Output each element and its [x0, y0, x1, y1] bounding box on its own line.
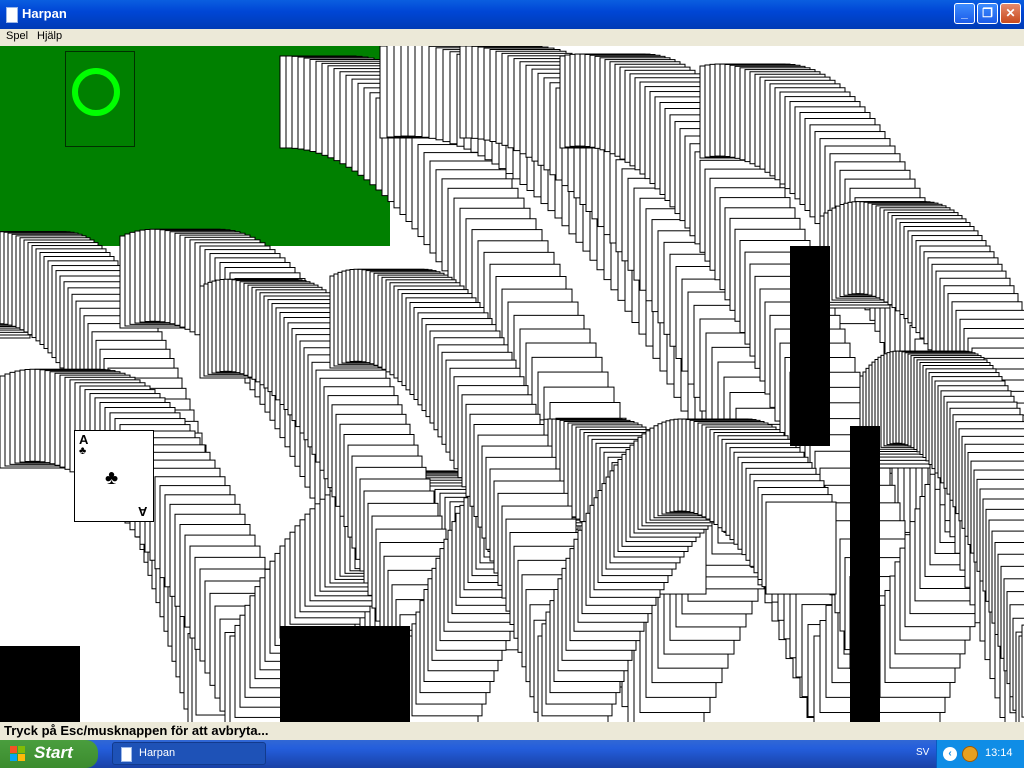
card-rank-inverted: A	[137, 504, 147, 519]
card-cascade-animation	[0, 46, 1024, 722]
window-title: Harpan	[22, 6, 67, 21]
windows-logo-icon	[10, 746, 25, 761]
game-playfield[interactable]: A ♣ ♣ A	[0, 46, 1024, 722]
start-label: Start	[34, 743, 73, 762]
status-message: Tryck på Esc/musknappen för att avbryta.…	[4, 723, 269, 738]
security-alert-icon[interactable]	[962, 746, 978, 762]
language-indicator[interactable]: SV	[916, 747, 929, 758]
status-bar: Tryck på Esc/musknappen för att avbryta.…	[0, 722, 1024, 740]
start-button[interactable]: Start	[0, 740, 98, 768]
menu-bar: Spel Hjälp	[0, 29, 1024, 46]
taskbar-item-harpan[interactable]: Harpan	[112, 742, 266, 765]
app-icon	[6, 7, 18, 23]
show-hidden-icons-icon[interactable]: ‹	[943, 747, 957, 761]
club-icon: ♣	[105, 467, 119, 489]
clock: 13:14	[985, 747, 1013, 759]
maximize-button[interactable]: ❐	[977, 3, 998, 24]
title-bar[interactable]: Harpan _ ❐ ✕	[0, 0, 1024, 29]
app-icon	[121, 747, 132, 762]
system-tray: ‹ 13:14	[936, 740, 1024, 768]
club-icon: ♣	[79, 445, 87, 457]
minimize-button[interactable]: _	[954, 3, 975, 24]
ace-of-clubs-card: A ♣ ♣ A	[74, 430, 154, 522]
taskbar: Start Harpan SV ‹ 13:14	[0, 740, 1024, 768]
close-button[interactable]: ✕	[1000, 3, 1021, 24]
taskbar-item-label: Harpan	[139, 747, 176, 759]
menu-item-spel[interactable]: Spel	[6, 30, 28, 42]
menu-item-hjalp[interactable]: Hjälp	[37, 30, 62, 42]
